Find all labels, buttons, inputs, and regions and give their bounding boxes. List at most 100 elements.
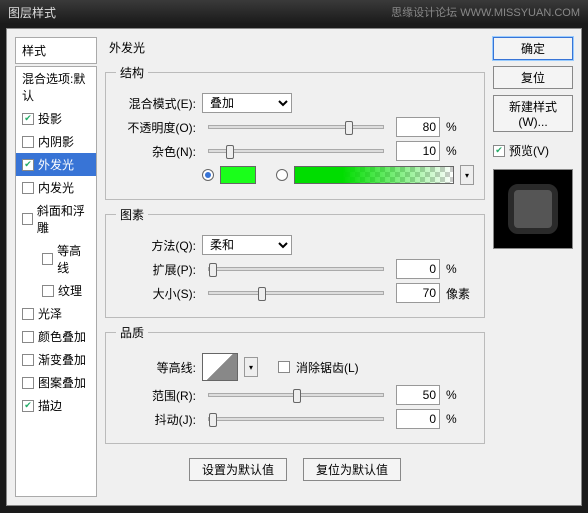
sidebar-item-label: 投影 — [38, 110, 62, 127]
preview-checkbox[interactable] — [493, 145, 505, 157]
range-unit: % — [446, 388, 474, 402]
sidebar-item-checkbox[interactable] — [22, 331, 34, 343]
spread-unit: % — [446, 262, 474, 276]
sidebar-item-label: 描边 — [38, 397, 62, 414]
layer-style-dialog: 样式 混合选项:默认投影内阴影外发光内发光斜面和浮雕等高线纹理光泽颜色叠加渐变叠… — [6, 28, 582, 506]
sidebar-item-7[interactable]: 纹理 — [16, 279, 96, 302]
noise-input[interactable] — [396, 141, 440, 161]
range-label: 范围(R): — [116, 387, 196, 404]
noise-slider[interactable] — [208, 149, 384, 153]
blend-mode-select[interactable]: 叠加 — [202, 93, 292, 113]
sidebar-item-4[interactable]: 内发光 — [16, 176, 96, 199]
blend-mode-label: 混合模式(E): — [116, 95, 196, 112]
jitter-unit: % — [446, 412, 474, 426]
sidebar-item-checkbox[interactable] — [22, 213, 33, 225]
new-style-button[interactable]: 新建样式(W)... — [493, 95, 573, 132]
sidebar-item-label: 光泽 — [38, 305, 62, 322]
sidebar-item-8[interactable]: 光泽 — [16, 302, 96, 325]
sidebar-item-checkbox[interactable] — [22, 159, 34, 171]
sidebar-item-label: 渐变叠加 — [38, 351, 86, 368]
range-input[interactable] — [396, 385, 440, 405]
sidebar-item-checkbox[interactable] — [22, 377, 34, 389]
sidebar-item-9[interactable]: 颜色叠加 — [16, 325, 96, 348]
style-list[interactable]: 混合选项:默认投影内阴影外发光内发光斜面和浮雕等高线纹理光泽颜色叠加渐变叠加图案… — [15, 66, 97, 497]
sidebar-item-label: 图案叠加 — [38, 374, 86, 391]
sidebar-item-label: 纹理 — [58, 282, 82, 299]
sidebar-item-label: 内发光 — [38, 179, 74, 196]
sidebar-item-1[interactable]: 投影 — [16, 107, 96, 130]
right-column: 确定 复位 新建样式(W)... 预览(V) — [493, 37, 573, 497]
structure-group: 结构 混合模式(E): 叠加 不透明度(O): % 杂色(N): % — [105, 64, 485, 200]
sidebar-header: 样式 — [15, 37, 97, 64]
size-unit: 像素 — [446, 285, 474, 302]
spread-slider[interactable] — [208, 267, 384, 271]
preview-shape — [508, 184, 558, 234]
sidebar-item-11[interactable]: 图案叠加 — [16, 371, 96, 394]
sidebar-item-checkbox[interactable] — [22, 400, 34, 412]
technique-select[interactable]: 柔和 — [202, 235, 292, 255]
sidebar-item-label: 内阴影 — [38, 133, 74, 150]
sidebar-item-checkbox[interactable] — [22, 113, 34, 125]
technique-label: 方法(Q): — [116, 237, 196, 254]
antialias-label: 消除锯齿(L) — [296, 359, 359, 376]
cancel-button[interactable]: 复位 — [493, 66, 573, 89]
noise-unit: % — [446, 144, 474, 158]
sidebar-item-checkbox[interactable] — [22, 182, 34, 194]
sidebar-item-5[interactable]: 斜面和浮雕 — [16, 199, 96, 239]
quality-group: 品质 等高线: ▾ 消除锯齿(L) 范围(R): % 抖动(J): % — [105, 324, 485, 444]
quality-legend: 品质 — [116, 324, 148, 341]
sidebar-item-label: 等高线 — [57, 242, 90, 276]
sidebar-item-3[interactable]: 外发光 — [16, 153, 96, 176]
size-input[interactable] — [396, 283, 440, 303]
opacity-input[interactable] — [396, 117, 440, 137]
ok-button[interactable]: 确定 — [493, 37, 573, 60]
color-radio[interactable] — [202, 169, 214, 181]
sidebar-item-2[interactable]: 内阴影 — [16, 130, 96, 153]
range-slider[interactable] — [208, 393, 384, 397]
sidebar-item-checkbox[interactable] — [42, 285, 54, 297]
spread-label: 扩展(P): — [116, 261, 196, 278]
contour-dropdown-icon[interactable]: ▾ — [244, 357, 258, 377]
elements-legend: 图素 — [116, 206, 148, 223]
elements-group: 图素 方法(Q): 柔和 扩展(P): % 大小(S): 像素 — [105, 206, 485, 318]
contour-label: 等高线: — [116, 359, 196, 376]
antialias-checkbox[interactable] — [278, 361, 290, 373]
gradient-radio[interactable] — [276, 169, 288, 181]
jitter-input[interactable] — [396, 409, 440, 429]
sidebar-item-label: 混合选项:默认 — [22, 70, 90, 104]
sidebar-item-10[interactable]: 渐变叠加 — [16, 348, 96, 371]
sidebar-item-checkbox[interactable] — [22, 354, 34, 366]
preview-thumbnail — [493, 169, 573, 249]
watermark: 思缘设计论坛 WWW.MISSYUAN.COM — [391, 4, 580, 20]
reset-default-button[interactable]: 复位为默认值 — [303, 458, 401, 481]
sidebar-item-label: 外发光 — [38, 156, 74, 173]
jitter-label: 抖动(J): — [116, 411, 196, 428]
opacity-slider[interactable] — [208, 125, 384, 129]
color-swatch[interactable] — [220, 166, 256, 184]
contour-picker[interactable] — [202, 353, 238, 381]
sidebar-item-checkbox[interactable] — [22, 308, 34, 320]
sidebar-item-checkbox[interactable] — [22, 136, 34, 148]
size-label: 大小(S): — [116, 285, 196, 302]
gradient-dropdown-icon[interactable]: ▾ — [460, 165, 474, 185]
opacity-label: 不透明度(O): — [116, 119, 196, 136]
sidebar-item-label: 斜面和浮雕 — [37, 202, 90, 236]
sidebar-item-12[interactable]: 描边 — [16, 394, 96, 417]
preview-label: 预览(V) — [509, 142, 549, 159]
panel-title: 外发光 — [105, 37, 485, 58]
gradient-swatch[interactable] — [294, 166, 454, 184]
main-panel: 外发光 结构 混合模式(E): 叠加 不透明度(O): % 杂色(N): % — [105, 37, 485, 497]
jitter-slider[interactable] — [208, 417, 384, 421]
structure-legend: 结构 — [116, 64, 148, 81]
opacity-unit: % — [446, 120, 474, 134]
window-title: 图层样式 — [8, 4, 56, 21]
size-slider[interactable] — [208, 291, 384, 295]
spread-input[interactable] — [396, 259, 440, 279]
sidebar-item-checkbox[interactable] — [42, 253, 53, 265]
styles-sidebar: 样式 混合选项:默认投影内阴影外发光内发光斜面和浮雕等高线纹理光泽颜色叠加渐变叠… — [15, 37, 97, 497]
sidebar-item-6[interactable]: 等高线 — [16, 239, 96, 279]
sidebar-item-0[interactable]: 混合选项:默认 — [16, 67, 96, 107]
make-default-button[interactable]: 设置为默认值 — [189, 458, 287, 481]
sidebar-item-label: 颜色叠加 — [38, 328, 86, 345]
title-bar: 图层样式 思缘设计论坛 WWW.MISSYUAN.COM — [0, 0, 588, 24]
